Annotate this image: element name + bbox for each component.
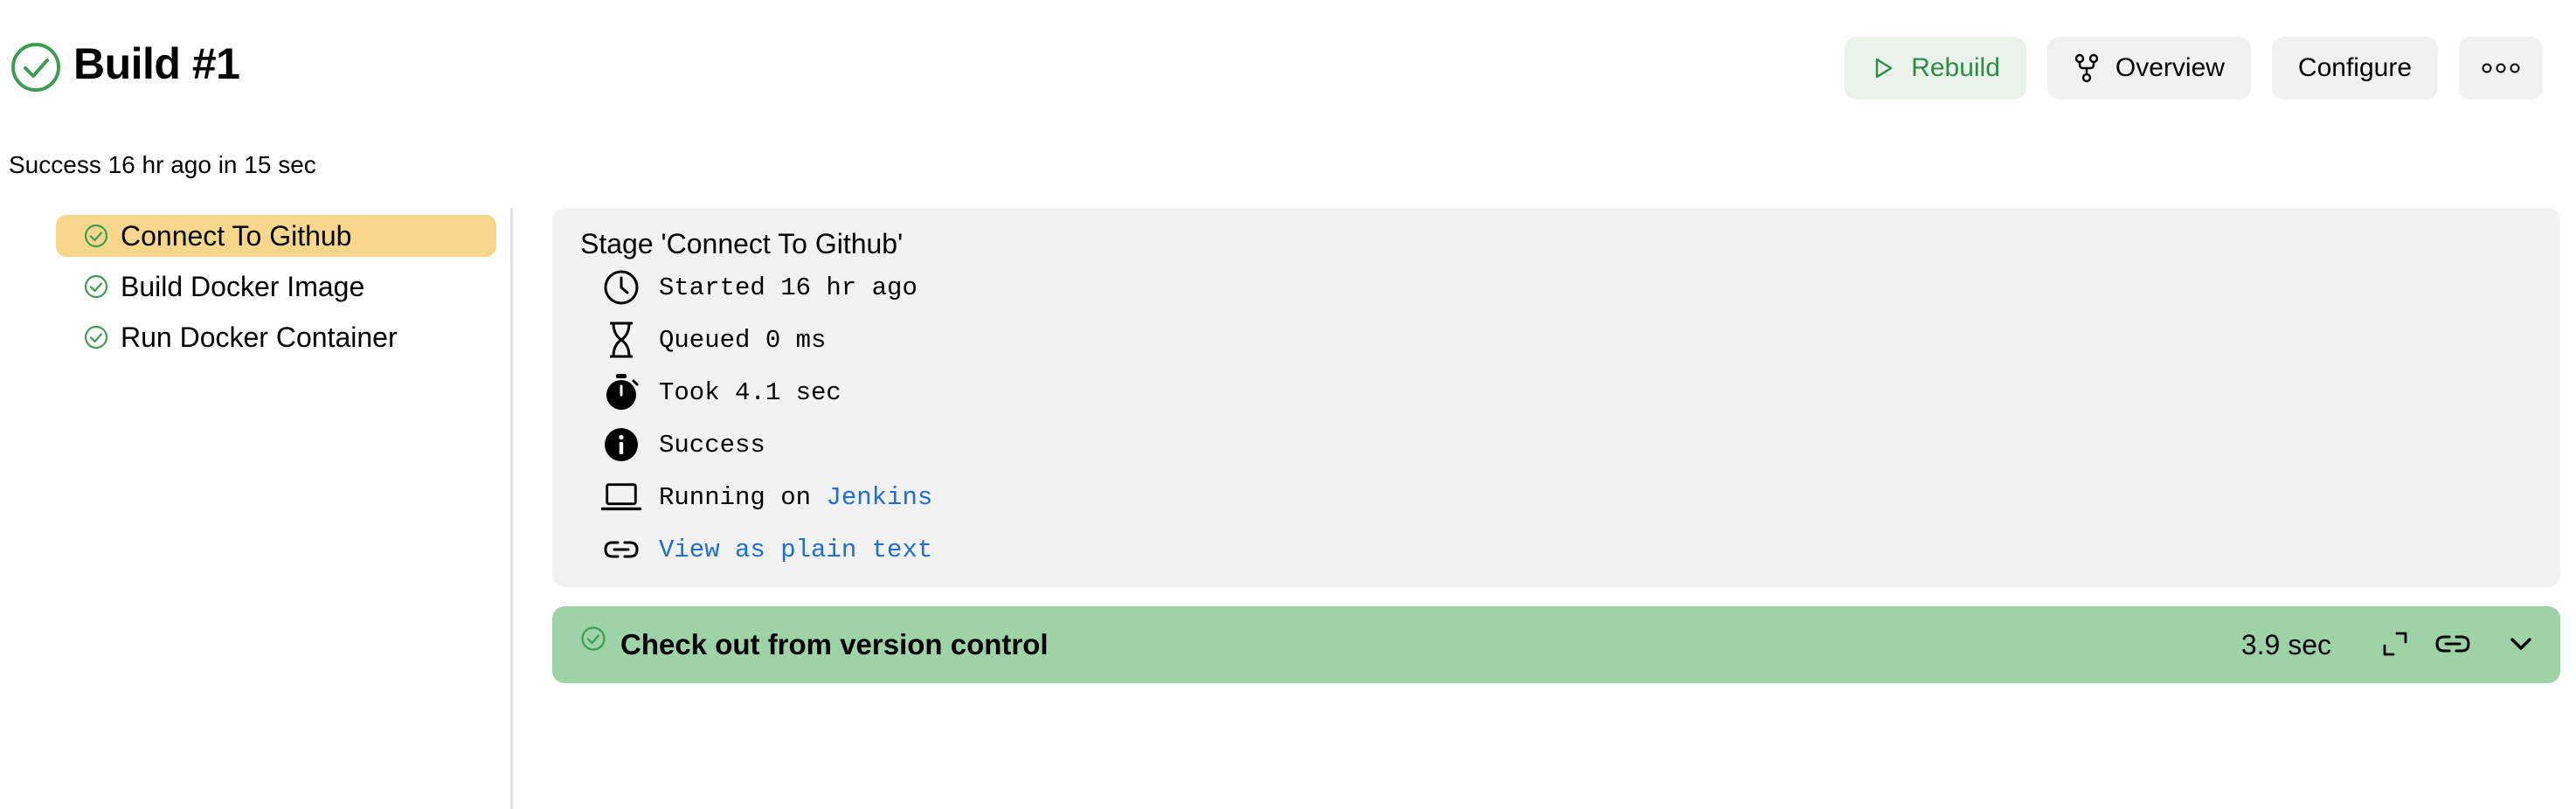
stage-details-title: Stage 'Connect To Github': [580, 228, 904, 259]
stage-details-panel: Stage 'Connect To Github' Started 16 hr …: [552, 208, 2560, 587]
queued-text: Queued 0 ms: [659, 325, 827, 355]
info-icon: [601, 425, 641, 465]
running-on-prefix: Running on: [659, 482, 827, 512]
stage-success-icon: [84, 274, 108, 299]
detail-queued: Queued 0 ms: [601, 320, 826, 360]
more-actions-button[interactable]: [2459, 37, 2543, 100]
branch-icon: [2074, 53, 2100, 83]
view-plain-text-link[interactable]: View as plain text: [659, 536, 932, 564]
panel-divider[interactable]: [510, 208, 513, 809]
rebuild-button[interactable]: Rebuild: [1845, 37, 2026, 100]
build-status-line: Success 16 hr ago in 15 sec: [9, 151, 316, 178]
detail-started: Started 16 hr ago: [601, 267, 918, 308]
stopwatch-icon: [601, 372, 641, 412]
build-success-icon: [10, 42, 61, 93]
step-success-icon: [580, 626, 606, 652]
stage-item-connect-to-github[interactable]: Connect To Github: [56, 215, 496, 257]
expand-icon: [2381, 630, 2409, 658]
started-text: Started 16 hr ago: [659, 273, 918, 302]
took-text: Took 4.1 sec: [659, 377, 841, 407]
result-text: Success: [659, 430, 765, 460]
step-link-button[interactable]: [2433, 624, 2473, 664]
rebuild-label: Rebuild: [1911, 53, 2000, 82]
step-row-checkout[interactable]: Check out from version control 3.9 sec: [552, 606, 2560, 683]
play-icon: [1871, 56, 1895, 80]
configure-button[interactable]: Configure: [2271, 37, 2438, 100]
detail-plain-text: View as plain text: [601, 529, 932, 570]
page-title: Build #1: [73, 39, 240, 88]
overview-button[interactable]: Overview: [2046, 37, 2251, 100]
build-actions: Rebuild Overview Configure: [1845, 37, 2543, 100]
stage-item-build-docker-image[interactable]: Build Docker Image: [56, 266, 496, 308]
stage-label: Build Docker Image: [121, 270, 365, 302]
stage-success-icon: [84, 224, 108, 248]
detail-running-on: Running on Jenkins: [601, 477, 932, 517]
stage-item-run-docker-container[interactable]: Run Docker Container: [56, 316, 496, 358]
stage-success-icon: [84, 325, 108, 349]
hourglass-icon: [601, 320, 641, 360]
configure-label: Configure: [2297, 53, 2412, 82]
detail-result: Success: [601, 425, 765, 465]
link-icon: [2434, 632, 2472, 656]
jenkins-node-link[interactable]: Jenkins: [826, 483, 932, 512]
stage-label: Run Docker Container: [121, 321, 398, 353]
step-title: Check out from version control: [620, 628, 1049, 660]
step-duration: 3.9 sec: [2240, 629, 2331, 660]
expand-step-button[interactable]: [2375, 624, 2415, 664]
clock-icon: [601, 267, 641, 308]
ellipsis-icon: [2482, 62, 2520, 74]
detail-took: Took 4.1 sec: [601, 372, 841, 412]
laptop-icon: [601, 477, 641, 517]
stage-list: Connect To Github Build Docker Image Run…: [56, 215, 496, 367]
link-icon: [601, 529, 641, 570]
chevron-down-icon: [2508, 635, 2534, 653]
overview-label: Overview: [2115, 53, 2225, 82]
toggle-step-button[interactable]: [2501, 624, 2541, 664]
stage-label: Connect To Github: [121, 219, 352, 252]
